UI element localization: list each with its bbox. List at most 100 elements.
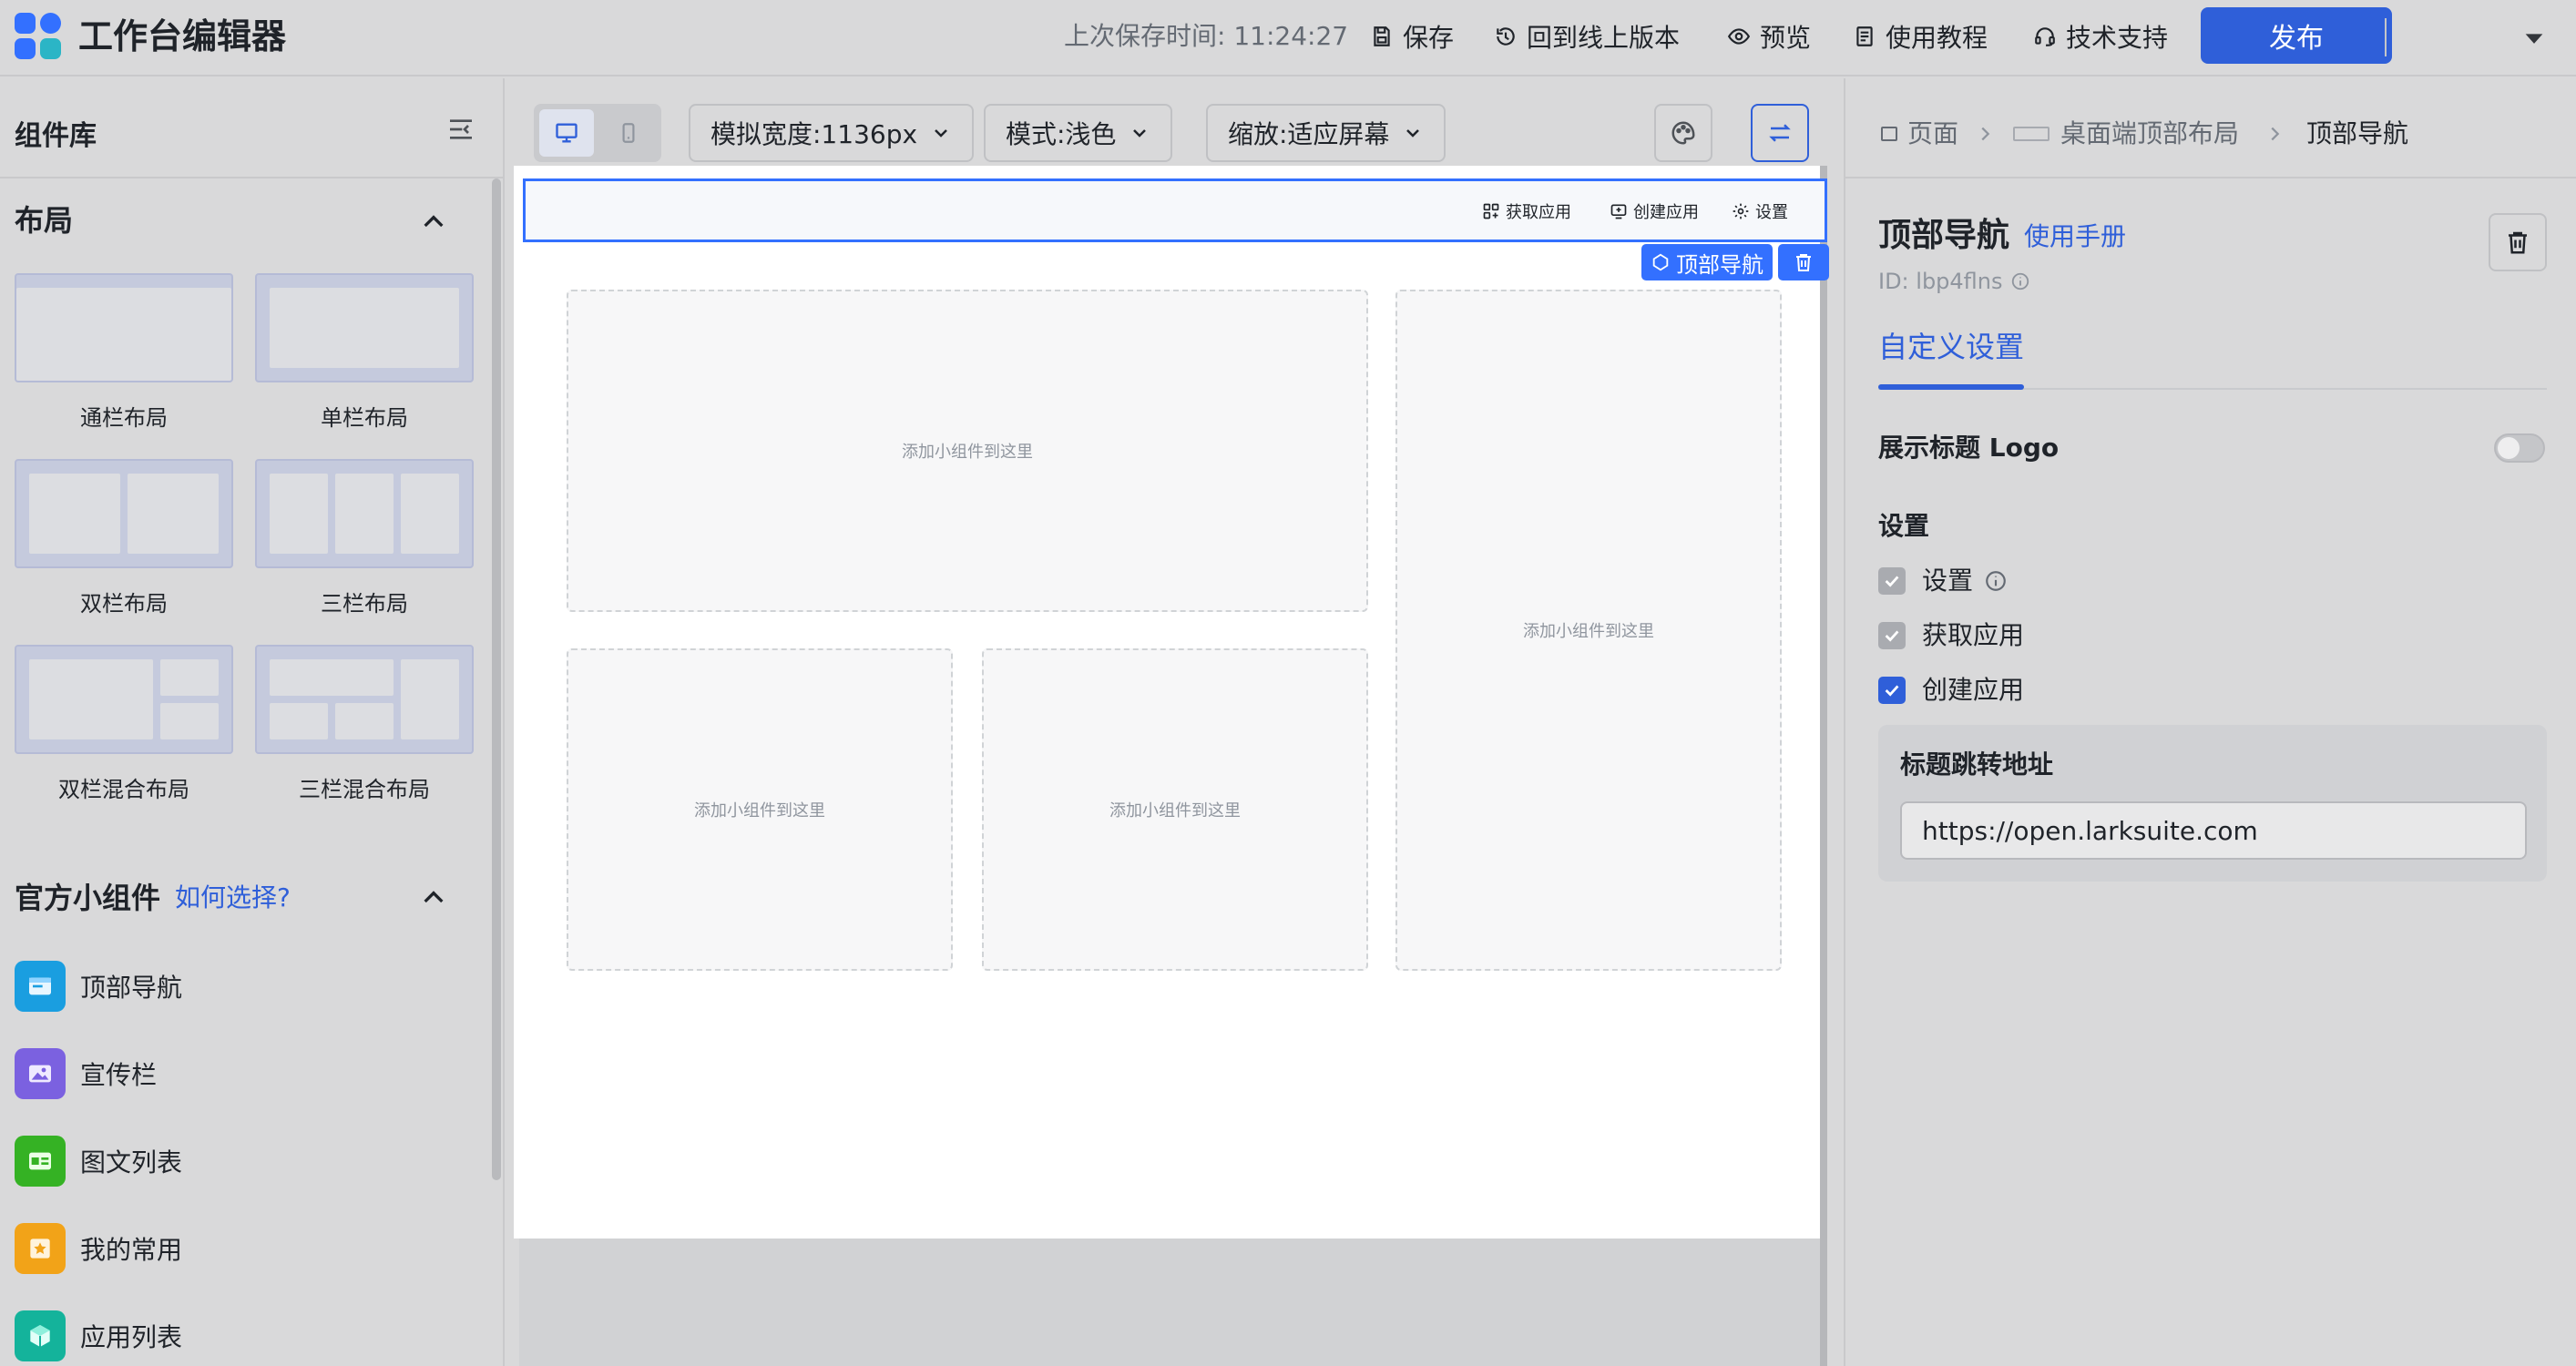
widget-item-image-text-list[interactable]: 图文列表: [15, 1135, 182, 1188]
top-bar: 工作台编辑器 上次保存时间: 11:24:27 保存 回到线上版本 预览 使用教…: [0, 0, 2576, 76]
preview-button[interactable]: 预览: [1727, 16, 1811, 56]
nav-settings[interactable]: 设置: [1732, 199, 1788, 223]
widget-item-app-list[interactable]: 应用列表: [15, 1310, 182, 1362]
widget-label: 图文列表: [80, 1147, 183, 1177]
theme-palette-button[interactable]: [1654, 104, 1712, 162]
layout-card-two-col[interactable]: [15, 459, 233, 568]
tab-custom-settings[interactable]: 自定义设置: [1878, 326, 2024, 368]
preview-overflow-area: [519, 1239, 1822, 1366]
layout-section-title: 布局: [15, 203, 74, 238]
layout-card-three-mixed[interactable]: [255, 645, 474, 754]
nav-get-apps[interactable]: 获取应用: [1482, 199, 1571, 223]
nav-item-label: 创建应用: [1633, 203, 1699, 222]
mode-dropdown-value: 模式:浅色: [1006, 119, 1117, 149]
caret-down-icon[interactable]: [2521, 25, 2547, 51]
canvas-area: 模拟宽度:1136px 模式:浅色 缩放:适应屏幕 获取应用 创建应用 设置 顶…: [506, 78, 1844, 1366]
title-url-label: 标题跳转地址: [1900, 749, 2054, 780]
info-icon[interactable]: [1984, 569, 2008, 593]
breadcrumb-layout[interactable]: 桌面端顶部布局: [2013, 117, 2239, 151]
widget-label: 顶部导航: [80, 973, 183, 1003]
layout-card-two-mixed[interactable]: [15, 645, 233, 754]
mobile-device-button[interactable]: [601, 109, 656, 157]
settings-group-label: 设置: [1878, 511, 1930, 541]
checkbox-create-app[interactable]: 创建应用: [1878, 672, 2024, 708]
component-id: ID: lbp4flns: [1878, 266, 2030, 297]
nav-create-app[interactable]: 创建应用: [1610, 199, 1699, 223]
show-logo-toggle[interactable]: [2494, 433, 2545, 463]
mode-dropdown[interactable]: 模式:浅色: [984, 104, 1173, 162]
headset-icon: [2035, 27, 2055, 46]
palette-icon: [1671, 121, 1695, 145]
layout-icon: [2013, 127, 2050, 141]
chevron-right-icon: [2271, 127, 2280, 141]
desktop-icon: [556, 123, 578, 143]
swap-layout-button[interactable]: [1751, 104, 1809, 162]
layout-card-three-col[interactable]: [255, 459, 474, 568]
widget-item-favorites[interactable]: 我的常用: [15, 1222, 182, 1275]
top-nav-component[interactable]: 获取应用 创建应用 设置: [523, 178, 1827, 242]
chevron-up-icon[interactable]: [419, 883, 448, 912]
selected-component-tag[interactable]: 顶部导航: [1641, 244, 1773, 280]
preview-scrollbar[interactable]: [1820, 166, 1827, 1366]
breadcrumb: 页面 桌面端顶部布局 顶部导航: [1845, 78, 2576, 178]
show-logo-label: 展示标题 Logo: [1878, 433, 2060, 463]
widget-section-title: 官方小组件: [15, 881, 161, 915]
manual-link[interactable]: 使用手册: [2024, 219, 2126, 255]
check-icon: [1885, 685, 1899, 697]
widget-drop-slot[interactable]: 添加小组件到这里: [1395, 290, 1782, 971]
component-library-panel: 组件库 布局 通栏布局 单栏布局 双栏布局 三栏布局 双栏混合布局 三栏混合布局…: [0, 78, 505, 1366]
collapse-panel-icon[interactable]: [446, 115, 475, 144]
support-button[interactable]: 技术支持: [2033, 16, 2168, 56]
layout-full-icon: [16, 288, 231, 381]
breadcrumb-page[interactable]: 页面: [1878, 117, 1958, 151]
widget-drop-slot[interactable]: 添加小组件到这里: [982, 648, 1368, 971]
layout-label: 双栏布局: [80, 591, 168, 617]
selected-component-name: 顶部导航: [1676, 251, 1763, 278]
component-title: 顶部导航: [1878, 217, 2010, 254]
last-saved-time: 上次保存时间: 11:24:27: [1064, 21, 1349, 51]
chevron-up-icon[interactable]: [419, 208, 448, 237]
preview-label: 预览: [1760, 23, 1812, 53]
layout-label: 单栏布局: [321, 405, 408, 431]
zoom-dropdown[interactable]: 缩放:适应屏幕: [1206, 104, 1446, 162]
checkbox-disabled: [1878, 622, 1906, 649]
breadcrumb-label: 顶部导航: [2306, 118, 2409, 148]
widget-help-link[interactable]: 如何选择?: [175, 878, 291, 918]
sidebar-scrollbar[interactable]: [492, 178, 501, 1180]
layout-label: 双栏混合布局: [58, 777, 189, 802]
mobile-icon: [622, 123, 635, 143]
checkbox-label: 设置: [1922, 566, 1974, 596]
slot-text: 添加小组件到这里: [1523, 622, 1654, 641]
swap-icon: [1769, 124, 1791, 142]
widget-drop-slot[interactable]: 添加小组件到这里: [567, 648, 953, 971]
check-icon: [1885, 630, 1899, 642]
checkbox-get-apps[interactable]: 获取应用: [1878, 617, 2024, 654]
slot-text: 添加小组件到这里: [694, 801, 825, 821]
widget-item-top-nav[interactable]: 顶部导航: [15, 960, 182, 1013]
checkbox-disabled: [1878, 567, 1906, 595]
history-icon: [1497, 27, 1515, 46]
desktop-device-button[interactable]: [539, 109, 594, 157]
layout-card-single[interactable]: [255, 273, 474, 382]
tutorial-button[interactable]: 使用教程: [1853, 16, 1988, 56]
title-url-input[interactable]: [1900, 801, 2527, 860]
layout-card-full[interactable]: [15, 273, 233, 382]
apps-grid-icon: [1483, 203, 1499, 219]
app-title: 工作台编辑器: [78, 16, 287, 56]
save-button[interactable]: 保存: [1370, 16, 1454, 56]
rollback-button[interactable]: 回到线上版本: [1494, 16, 1680, 56]
zoom-dropdown-value: 缩放:适应屏幕: [1228, 119, 1390, 149]
layout-single-icon: [270, 288, 459, 368]
widget-item-banner[interactable]: 宣传栏: [15, 1047, 157, 1100]
rollback-label: 回到线上版本: [1527, 23, 1681, 53]
checkbox-settings[interactable]: 设置: [1878, 563, 2008, 599]
delete-component-button[interactable]: [1778, 244, 1829, 280]
widget-label: 我的常用: [80, 1235, 183, 1265]
publish-button[interactable]: 发布: [2201, 7, 2392, 64]
widget-drop-slot[interactable]: 添加小组件到这里: [567, 290, 1368, 612]
delete-component-button[interactable]: [2489, 213, 2547, 271]
width-dropdown[interactable]: 模拟宽度:1136px: [689, 104, 975, 162]
layout-label: 三栏布局: [321, 591, 408, 617]
info-icon[interactable]: [2010, 271, 2030, 291]
breadcrumb-current: 顶部导航: [2306, 117, 2408, 151]
